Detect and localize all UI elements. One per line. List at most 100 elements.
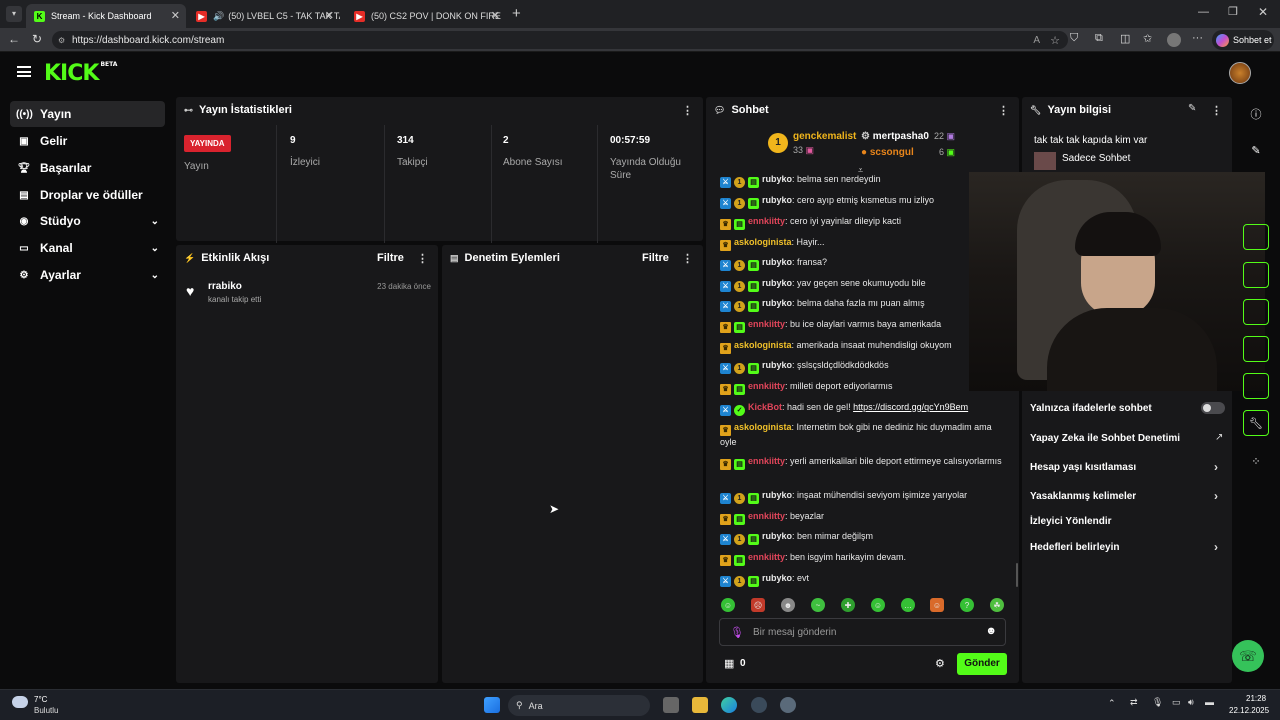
favorites-icon[interactable]: ✩	[1143, 32, 1152, 45]
sidebar-item-basarilar[interactable]: 🏆︎ Başarılar	[10, 155, 165, 181]
windows-start-icon[interactable]	[484, 697, 500, 713]
user-avatar[interactable]	[1229, 62, 1251, 84]
back-icon[interactable]: ←	[8, 32, 20, 46]
edge-icon[interactable]	[721, 697, 737, 713]
microphone-icon[interactable]: 🎙︎	[730, 626, 744, 639]
tray-chevron-icon[interactable]: ⌃	[1108, 698, 1116, 709]
chat-scrollbar[interactable]	[1016, 563, 1018, 587]
rail-item-icon[interactable]	[1243, 299, 1269, 325]
discord-link[interactable]: https://discord.gg/qcYn9Bem	[853, 402, 968, 412]
external-link-icon[interactable]: ↗	[1215, 432, 1223, 443]
more-options-icon[interactable]: ⋮	[682, 104, 693, 117]
sidebar-item-studyo[interactable]: ◉ Stüdyo ⌄	[10, 208, 165, 234]
favorite-star-icon[interactable]: ☆	[1050, 34, 1060, 47]
pencil-icon[interactable]: ✎	[1243, 137, 1269, 163]
chevron-right-icon[interactable]: ›	[1214, 489, 1218, 503]
emote-icon[interactable]: ~	[811, 598, 825, 612]
chat-settings-icon[interactable]: ⚙	[935, 657, 945, 670]
tab-youtube-lvbel[interactable]: ▶ 🔊 (50) LVBEL C5 - TAK TAK TAK ✕	[188, 4, 340, 28]
more-options-icon[interactable]: ⋮	[998, 104, 1009, 117]
emote-icon[interactable]: …	[901, 598, 915, 612]
rail-item-icon[interactable]	[1243, 262, 1269, 288]
rail-item-icon[interactable]	[1243, 224, 1269, 250]
reload-icon[interactable]: ↻	[32, 32, 42, 46]
battery-icon[interactable]: ▬	[1205, 697, 1214, 707]
banned-words-setting[interactable]: Yasaklanmış kelimeler	[1030, 491, 1136, 502]
window-close-icon[interactable]: ✕	[1258, 5, 1268, 19]
kick-logo[interactable]: KICK BETA	[44, 61, 117, 86]
clock-date[interactable]: 22.12.2025	[1229, 706, 1269, 715]
task-view-icon[interactable]	[663, 697, 679, 713]
sidebar-item-kanal[interactable]: ▭ Kanal ⌄	[10, 235, 165, 261]
extensions-icon[interactable]: ⧉	[1095, 32, 1103, 45]
help-chat-button[interactable]: ☏	[1232, 640, 1264, 672]
microphone-tray-icon[interactable]: 🎙︎	[1152, 697, 1163, 708]
copilot-button[interactable]: Sohbet et	[1212, 30, 1274, 50]
emote-icon[interactable]: ☺	[871, 598, 885, 612]
taskbar-search[interactable]: ⚲ Ara	[508, 695, 650, 716]
profile-icon[interactable]	[1167, 33, 1181, 47]
filter-button[interactable]: Filtre	[377, 252, 404, 264]
chat-message: ♛ ▤ ennkiitty: cero iyi yayinlar dileyip k…	[720, 215, 1004, 230]
tab-actions-icon[interactable]: ▾	[6, 6, 22, 22]
emote-icon[interactable]: ☻	[781, 598, 795, 612]
emote-icon[interactable]: ☺	[721, 598, 735, 612]
rail-item-icon[interactable]	[1243, 336, 1269, 362]
restore-icon[interactable]: ❐	[1228, 5, 1238, 18]
channel-points-value: 0	[740, 658, 746, 669]
more-options-icon[interactable]: ⋮	[682, 252, 693, 265]
rail-item-icon[interactable]	[1243, 373, 1269, 399]
emote-icon[interactable]: ✚	[841, 598, 855, 612]
raid-setting[interactable]: İzleyici Yönlendir	[1030, 516, 1112, 527]
tab-kick-dashboard[interactable]: K Stream - Kick Dashboard ✕	[26, 4, 186, 28]
site-info-icon[interactable]: ⚙	[58, 36, 65, 45]
clock-time[interactable]: 21:28	[1246, 694, 1266, 703]
more-menu-icon[interactable]: ···	[1192, 32, 1203, 44]
info-icon[interactable]: ⓘ	[1243, 101, 1269, 127]
volume-icon[interactable]: 🔊︎	[1188, 697, 1194, 708]
more-options-icon[interactable]: ⋮	[417, 252, 428, 265]
read-aloud-icon[interactable]: A	[1033, 35, 1040, 46]
emote-icon[interactable]: ☺	[930, 598, 944, 612]
send-button[interactable]: Gönder	[957, 653, 1007, 675]
sidebar-item-yayin[interactable]: ((•)) Yayın	[10, 101, 165, 127]
emote-only-toggle[interactable]	[1201, 402, 1225, 414]
more-options-icon[interactable]: ⋮	[1211, 104, 1222, 117]
weather-icon[interactable]	[12, 696, 28, 708]
ai-moderation-setting[interactable]: Yapay Zeka ile Sohbet Denetimi	[1030, 433, 1180, 444]
chevron-right-icon[interactable]: ›	[1214, 460, 1218, 474]
close-tab-icon[interactable]: ✕	[325, 9, 334, 22]
tray-icon[interactable]: ⇄	[1130, 697, 1138, 708]
chat-input-placeholder: Bir mesaj gönderin	[753, 627, 837, 638]
emote-icon[interactable]: ☹	[751, 598, 765, 612]
channel-points-icon[interactable]: ▦	[724, 657, 734, 670]
file-explorer-icon[interactable]	[692, 697, 708, 713]
speaker-icon: 🔊	[213, 10, 225, 21]
new-tab-icon[interactable]: +	[512, 5, 521, 22]
edit-pencil-icon[interactable]: ✎	[1188, 103, 1196, 114]
network-icon[interactable]: ▭	[1172, 697, 1181, 708]
chat-input[interactable]: 🎙︎ Bir mesaj gönderin ☻	[719, 618, 1006, 646]
sidebar-item-gelir[interactable]: ▣ Gelir	[10, 128, 165, 154]
split-screen-icon[interactable]: ◫	[1120, 32, 1130, 45]
emote-icon[interactable]: ?	[960, 598, 974, 612]
sidebar-item-droplar[interactable]: ▤ Droplar ve ödüller	[10, 182, 165, 208]
close-tab-icon[interactable]: ✕	[171, 9, 180, 22]
url-input[interactable]: ⚙ https://dashboard.kick.com/stream A ☆	[52, 31, 1068, 49]
sidebar-item-ayarlar[interactable]: ⚙ Ayarlar ⌄	[10, 262, 165, 288]
settings-gear-icon[interactable]	[780, 697, 796, 713]
goals-setting[interactable]: Hedefleri belirleyin	[1030, 542, 1119, 553]
account-age-setting[interactable]: Hesap yaşı kısıtlaması	[1030, 462, 1136, 473]
shield-icon[interactable]: ⛉	[1070, 32, 1078, 45]
chevron-right-icon[interactable]: ›	[1214, 540, 1218, 554]
hamburger-menu-icon[interactable]	[17, 66, 31, 77]
wrench-icon[interactable]: 🔧︎	[1243, 410, 1269, 436]
close-tab-icon[interactable]: ✕	[491, 9, 500, 22]
emote-icon[interactable]: ☘	[990, 598, 1004, 612]
filter-button[interactable]: Filtre	[642, 252, 669, 264]
minimize-icon[interactable]: —	[1198, 6, 1209, 18]
emoji-icon[interactable]: ☻	[985, 625, 997, 637]
steam-icon[interactable]	[751, 697, 767, 713]
tab-youtube-cs2[interactable]: ▶ (50) CS2 POV | DONK ON FIRE ✕	[346, 4, 506, 28]
apps-icon[interactable]: ⁘	[1243, 448, 1269, 474]
